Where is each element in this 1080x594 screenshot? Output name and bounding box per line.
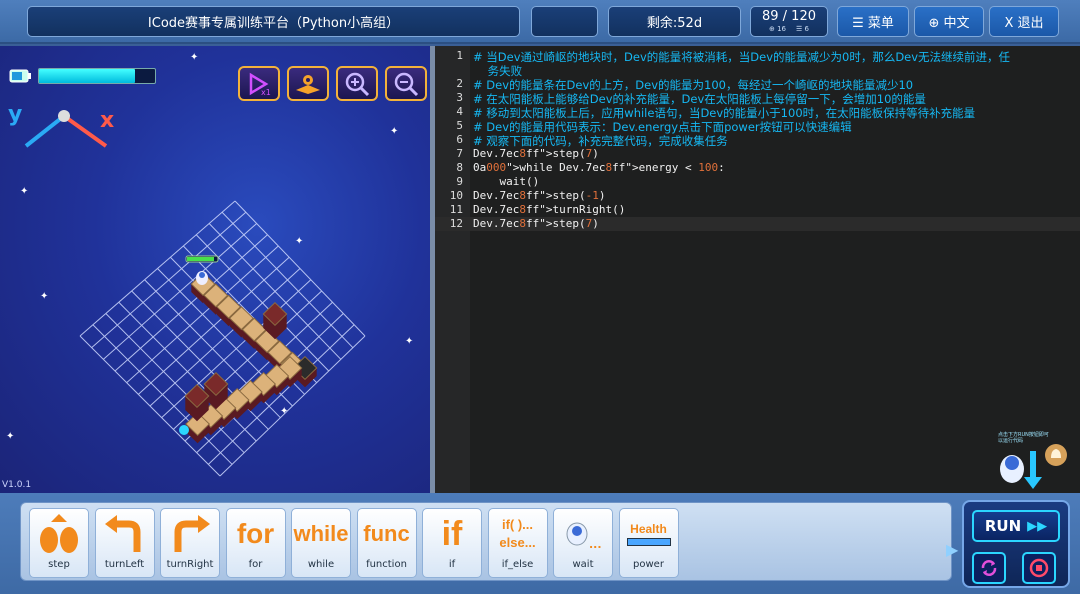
stop-icon bbox=[1029, 558, 1049, 578]
block-while[interactable]: while while bbox=[291, 508, 351, 578]
robot-mascot-icon bbox=[1000, 451, 1042, 489]
code-text: 0a000">while Dev.7ec8ff">energy < 100: bbox=[473, 161, 725, 174]
reset-icon bbox=[981, 560, 997, 576]
line-number: 1 bbox=[456, 49, 463, 62]
block-turnLeft[interactable]: turnLeft bbox=[94, 508, 155, 578]
line-number: 3 bbox=[456, 91, 463, 104]
code-editor[interactable]: 1 # 当Dev通过崎岖的地块时，Dev的能量将被消耗，当Dev的能量减少为0时，… bbox=[435, 46, 1080, 493]
code-line[interactable]: 1 # 当Dev通过崎岖的地块时，Dev的能量将被消耗，当Dev的能量减少为0时，… bbox=[435, 49, 1080, 64]
code-line[interactable]: 4 # 移动到太阳能板上后，应用while语句，当Dev的能量小于100时，在太阳… bbox=[435, 105, 1080, 120]
block-label: while bbox=[307, 559, 335, 570]
dev-robot-icon bbox=[185, 255, 219, 285]
stop-button[interactable] bbox=[1022, 552, 1056, 584]
turn-right-icon bbox=[161, 509, 219, 559]
if-icon: if bbox=[441, 515, 463, 553]
block-label: turnLeft bbox=[104, 559, 145, 570]
game-scene[interactable]: ✦ ✦ ✦ ✦ ✦ ✦ ✦ ✦ x1 y x V1.0.1 bbox=[0, 46, 430, 493]
code-line[interactable]: 7 Dev.7ec8ff">step(7) bbox=[435, 147, 1080, 161]
block-label: for bbox=[248, 559, 263, 570]
bottom-toolbar: step turnLeft turnRight for for while while fun… bbox=[0, 493, 1080, 594]
code-line[interactable]: 12 Dev.7ec8ff">step(7) bbox=[435, 217, 1080, 231]
exit-button[interactable]: X 退出 bbox=[989, 6, 1059, 37]
function-icon: func bbox=[363, 521, 410, 546]
language-button[interactable]: ⊕ 中文 bbox=[914, 6, 984, 37]
line-number: 9 bbox=[456, 175, 463, 188]
code-line[interactable]: 8 0a000">while Dev.7ec8ff">energy < 100: bbox=[435, 161, 1080, 175]
code-line[interactable]: 9 wait() bbox=[435, 175, 1080, 189]
block-turnRight[interactable]: turnRight bbox=[160, 508, 220, 578]
code-line[interactable]: 10 Dev.7ec8ff">step(-1) bbox=[435, 189, 1080, 203]
fast-forward-icon: ▶▶ bbox=[1027, 518, 1048, 534]
code-line[interactable]: 11 Dev.7ec8ff">turnRight() bbox=[435, 203, 1080, 217]
for-icon: for bbox=[236, 518, 275, 549]
progress-sub-b: ☰ 6 bbox=[796, 25, 809, 33]
line-number: 10 bbox=[449, 189, 463, 202]
block-if[interactable]: if if bbox=[422, 508, 482, 578]
line-number: 5 bbox=[456, 119, 463, 132]
block-power[interactable]: Health power bbox=[618, 508, 679, 578]
top-bar: ICode赛事专属训练平台（Python小高组） 剩余:52d 89 / 120… bbox=[0, 0, 1080, 44]
block-label: if_else bbox=[501, 559, 534, 570]
block-label: power bbox=[633, 559, 664, 570]
code-line[interactable]: 3 # 在太阳能板上能够给Dev的补充能量，Dev在太阳能板上每停留一下，会增加1… bbox=[435, 91, 1080, 106]
code-text: Dev.7ec8ff">step(-1) bbox=[473, 189, 606, 202]
svg-text:...: ... bbox=[589, 538, 602, 551]
code-text: wait() bbox=[473, 175, 540, 188]
line-number: 4 bbox=[456, 105, 463, 118]
run-label: RUN bbox=[984, 517, 1022, 535]
page-title: ICode赛事专属训练平台（Python小高组） bbox=[27, 6, 520, 37]
menu-button[interactable]: ☰ 菜单 bbox=[837, 6, 909, 37]
line-number: 6 bbox=[456, 133, 463, 146]
target-icon bbox=[179, 425, 189, 435]
line-number: 8 bbox=[456, 161, 463, 174]
line-number: 2 bbox=[456, 77, 463, 90]
turn-left-icon bbox=[96, 509, 154, 559]
power-icon: Health bbox=[620, 509, 678, 559]
block-label: wait bbox=[572, 559, 594, 570]
run-button[interactable]: RUN ▶▶ bbox=[972, 510, 1060, 542]
block-label: if bbox=[448, 559, 456, 570]
progress-count: 89 / 120 bbox=[762, 9, 816, 24]
code-line[interactable]: 务失败 bbox=[435, 63, 1080, 78]
code-line[interactable]: 2 # Dev的能量条在Dev的上方，Dev的能量为100，每经过一个崎岖的地块能… bbox=[435, 77, 1080, 92]
code-block-palette: step turnLeft turnRight for for while while fun… bbox=[20, 502, 952, 581]
step-icon bbox=[30, 509, 88, 559]
code-line[interactable]: 6 # 观察下面的代码，补充完整代码，完成收集任务 bbox=[435, 133, 1080, 148]
block-if-else[interactable]: if( )... else... if_else bbox=[487, 508, 548, 578]
reset-button[interactable] bbox=[972, 552, 1006, 584]
block-step[interactable]: step bbox=[29, 508, 89, 578]
wait-icon: ... bbox=[554, 509, 612, 559]
line-number: 11 bbox=[449, 203, 463, 216]
line-number: 12 bbox=[449, 217, 463, 230]
level-progress: 89 / 120 ⊕ 16 ☰ 6 bbox=[750, 6, 828, 37]
empty-slot bbox=[531, 6, 598, 37]
block-label: step bbox=[48, 559, 70, 570]
code-line[interactable]: 5 # Dev的能量用代码表示：Dev.energy点击下面power按钮可以快速… bbox=[435, 119, 1080, 134]
block-function[interactable]: func function bbox=[356, 508, 417, 578]
block-label: function bbox=[366, 559, 407, 570]
bell-icon[interactable] bbox=[1044, 443, 1068, 467]
palette-next-icon[interactable]: ▶ bbox=[946, 540, 958, 559]
code-text: Dev.7ec8ff">turnRight() bbox=[473, 203, 626, 216]
progress-sub-a: ⊕ 16 bbox=[769, 25, 787, 33]
while-icon: while bbox=[293, 521, 349, 546]
remaining-days: 剩余:52d bbox=[608, 6, 741, 37]
block-for[interactable]: for for bbox=[225, 508, 286, 578]
level-map bbox=[79, 200, 366, 477]
block-wait[interactable]: ... wait bbox=[553, 508, 613, 578]
line-number: 7 bbox=[456, 147, 463, 160]
run-panel: RUN ▶▶ bbox=[962, 500, 1070, 588]
code-text: Dev.7ec8ff">step(7) bbox=[473, 147, 599, 160]
version-label: V1.0.1 bbox=[2, 480, 32, 490]
if-else-icon: if( )... else... bbox=[499, 516, 536, 550]
code-text: Dev.7ec8ff">step(7) bbox=[473, 217, 599, 230]
block-label: turnRight bbox=[166, 559, 214, 570]
